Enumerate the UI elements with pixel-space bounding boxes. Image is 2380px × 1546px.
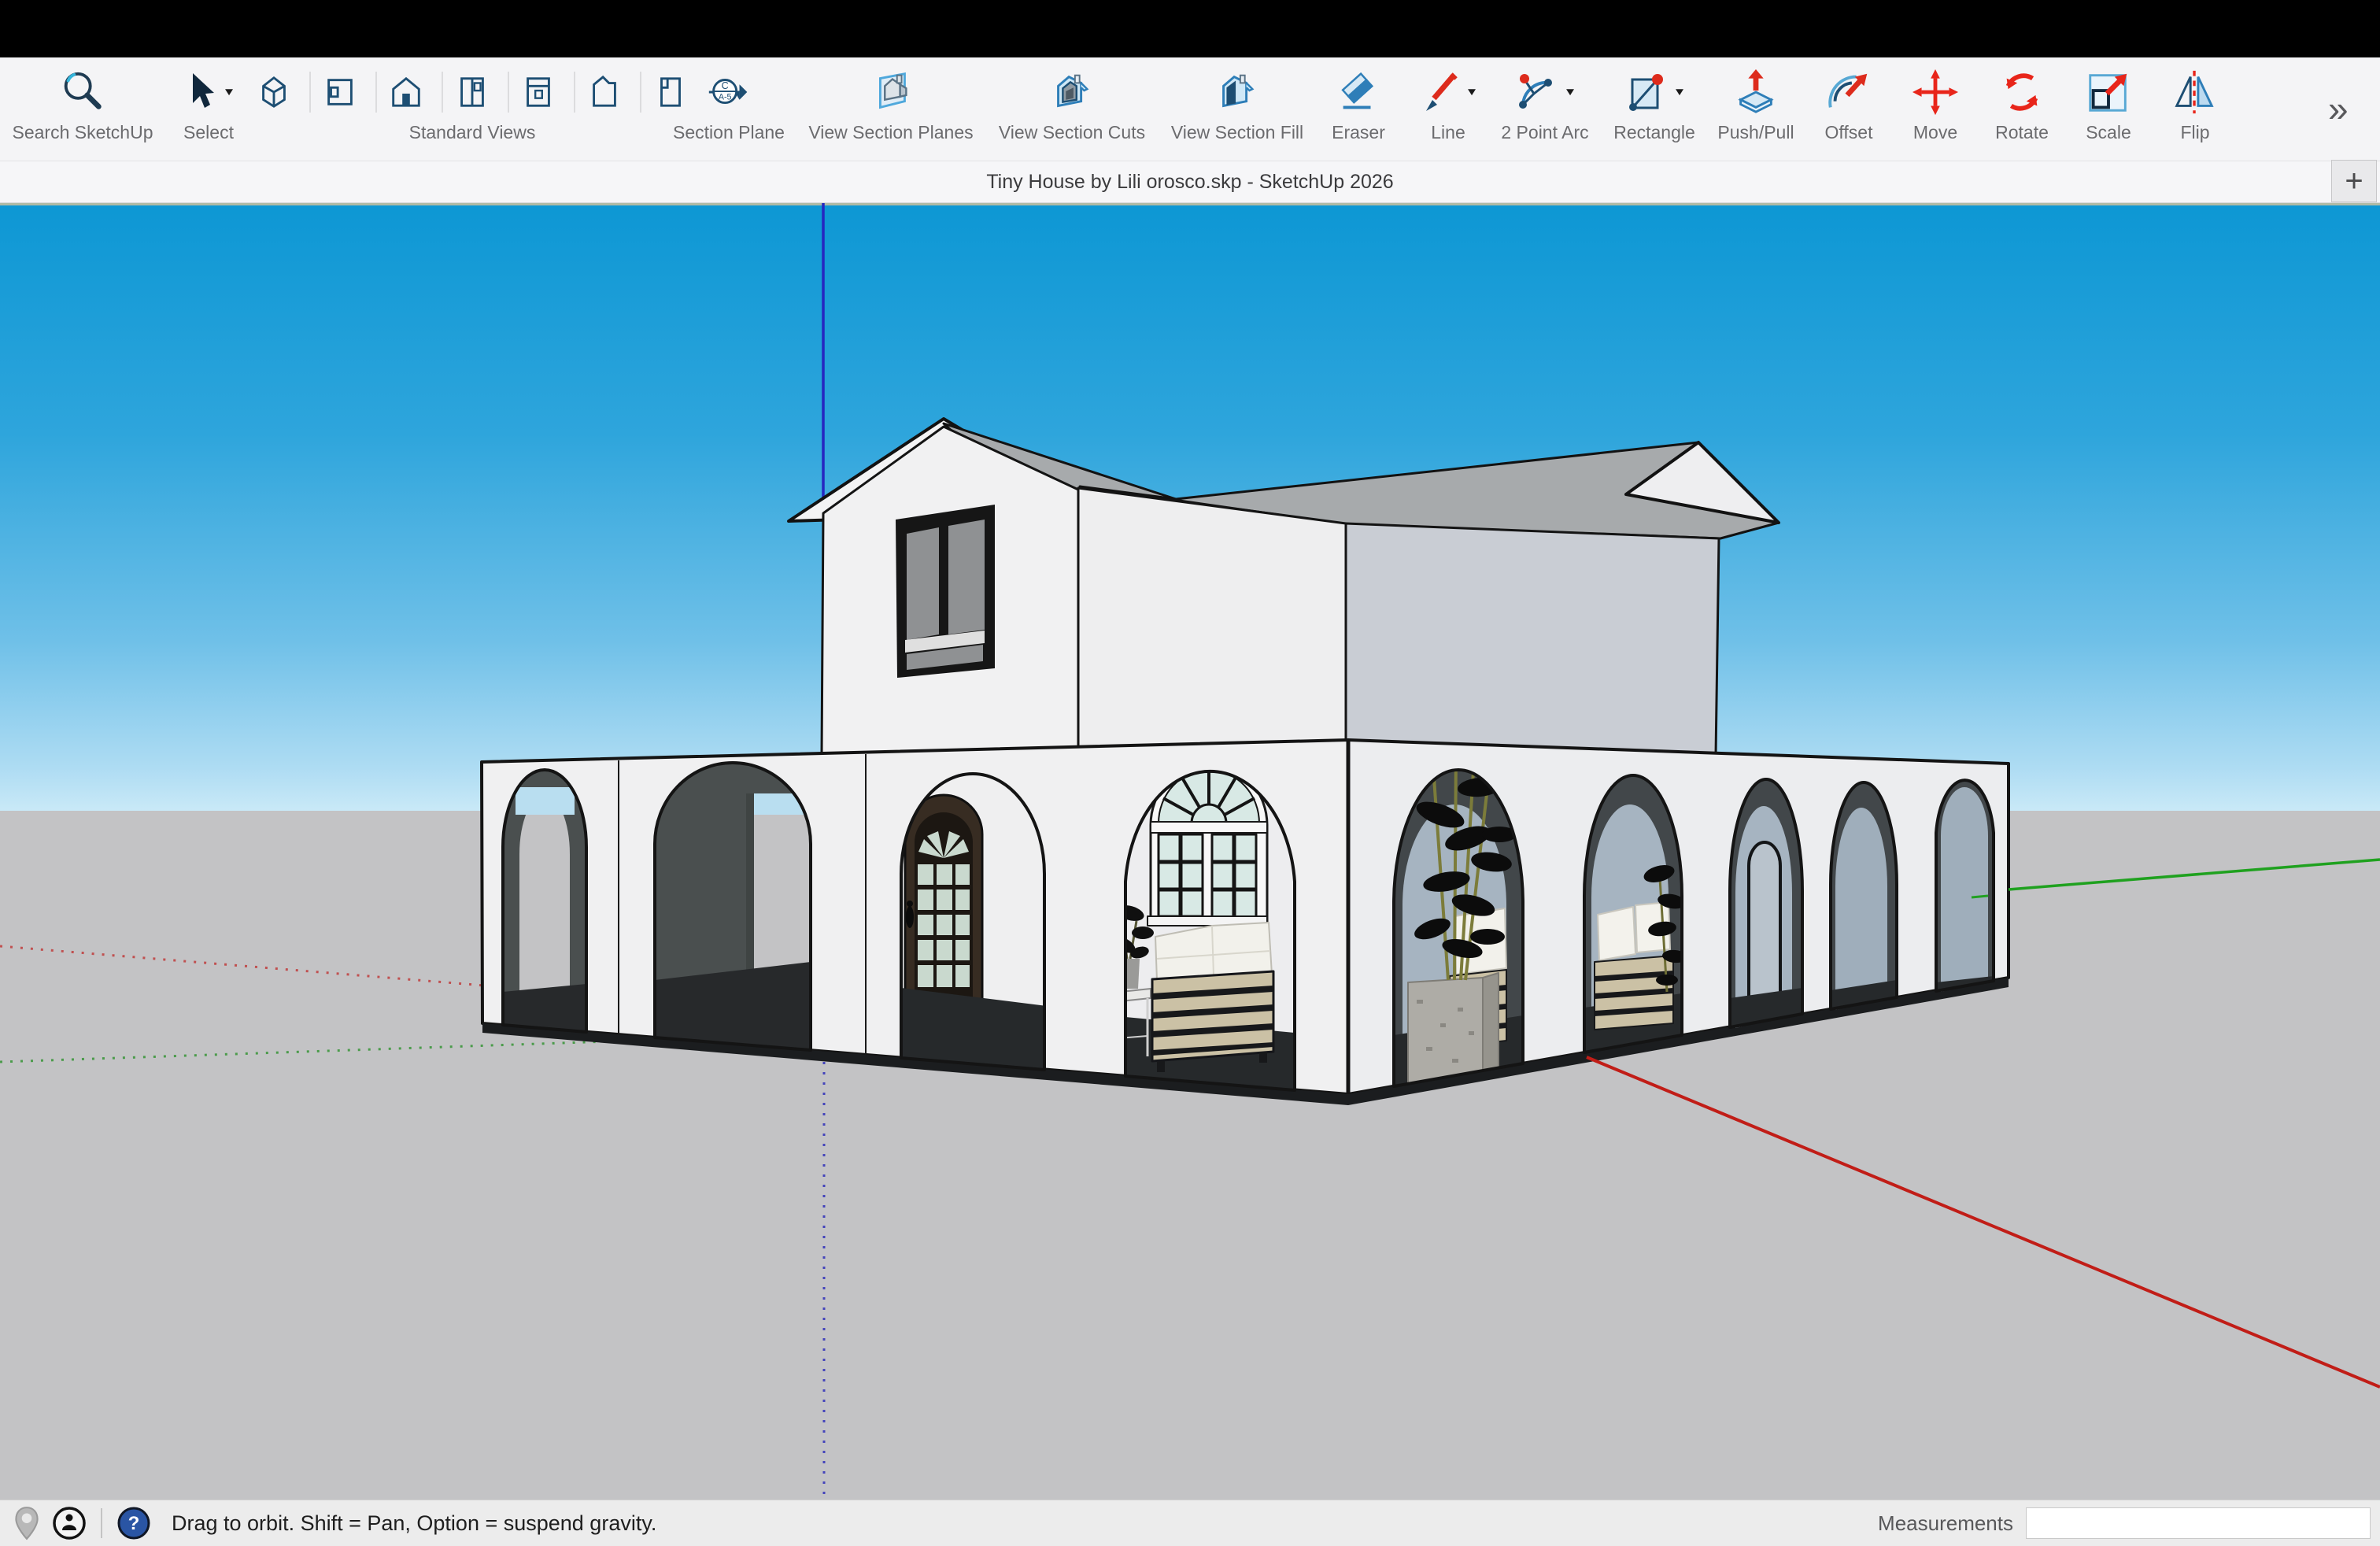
model-upper-window [896, 505, 995, 678]
push-pull-icon [1731, 68, 1780, 117]
view-section-fill-button[interactable]: View Section Fill [1155, 64, 1320, 143]
tool-label: Search SketchUp [13, 122, 153, 143]
eraser-button[interactable]: Eraser [1315, 64, 1402, 143]
dropdown-caret-icon[interactable]: ▼ [1673, 86, 1687, 98]
view-section-planes-button[interactable]: View Section Planes [796, 64, 985, 143]
left-view-icon [586, 72, 623, 113]
rotate-button[interactable]: Rotate [1983, 64, 2061, 143]
dropdown-caret-icon[interactable]: ▼ [223, 86, 236, 98]
view-top-button[interactable] [309, 72, 369, 113]
menu-bar [0, 0, 2380, 57]
rectangle-icon [1623, 70, 1667, 114]
measurements-input[interactable] [2026, 1507, 2371, 1539]
move-button[interactable]: Move [1896, 64, 1975, 143]
view-section-cuts-icon [1048, 68, 1096, 117]
search-sketchup-button[interactable]: Search SketchUp [8, 64, 157, 143]
view-section-cuts-button[interactable]: View Section Cuts [985, 64, 1159, 143]
view-right-button[interactable] [442, 72, 501, 113]
cursor-icon [182, 70, 216, 114]
tool-label: Standard Views [409, 122, 536, 143]
section-plane-button[interactable]: C A-5 Section Plane [662, 64, 796, 143]
scale-icon [2084, 68, 2133, 117]
push-pull-button[interactable]: Push/Pull [1705, 64, 1807, 143]
svg-text:C: C [722, 80, 729, 91]
tool-label: Move [1913, 122, 1957, 143]
svg-text:A-5: A-5 [719, 93, 732, 102]
scale-button[interactable]: Scale [2069, 64, 2148, 143]
tool-label: Eraser [1332, 122, 1385, 143]
tool-label: 2 Point Arc [1501, 122, 1588, 143]
flip-icon [2171, 68, 2219, 117]
status-separator [101, 1508, 102, 1538]
move-icon [1911, 68, 1960, 117]
svg-text:?: ? [128, 1513, 140, 1534]
model-scene [0, 203, 2380, 1500]
tool-label: Select [183, 122, 234, 143]
tool-label: View Section Fill [1171, 122, 1303, 143]
status-bar: ? Drag to orbit. Shift = Pan, Option = s… [0, 1500, 2380, 1546]
tool-label: Flip [2180, 122, 2209, 143]
document-title: Tiny House by Lili orosco.skp - SketchUp… [986, 171, 1393, 194]
tool-label: Offset [1825, 122, 1873, 143]
tool-label: Line [1431, 122, 1465, 143]
back-view-icon [520, 72, 556, 113]
right-view-icon [454, 72, 490, 113]
main-toolbar: Search SketchUp ▼ Select Standard Views … [0, 57, 2380, 161]
tool-label: Rotate [1995, 122, 2049, 143]
arc-icon [1513, 70, 1558, 114]
view-back-button[interactable] [508, 72, 567, 113]
tool-label: Rectangle [1613, 122, 1695, 143]
dropdown-caret-icon[interactable]: ▼ [1465, 86, 1479, 98]
title-bar: Tiny House by Lili orosco.skp - SketchUp… [0, 161, 2380, 203]
top-view-icon [322, 72, 358, 113]
view-section-planes-icon [867, 68, 915, 117]
rectangle-tool-button[interactable]: ▼ Rectangle [1599, 64, 1709, 143]
instructor-person-icon[interactable] [52, 1506, 87, 1540]
model-standing-mirror [1749, 842, 1780, 1014]
tool-label: View Section Cuts [999, 122, 1145, 143]
eraser-icon [1334, 68, 1383, 117]
geolocation-pin-icon[interactable] [13, 1505, 41, 1541]
view-iso-button[interactable] [245, 72, 303, 113]
toolbar-overflow-chevron[interactable]: » [2328, 87, 2344, 130]
iso-view-icon [256, 72, 292, 113]
standard-views-group: Standard Views [260, 64, 685, 143]
help-icon[interactable]: ? [116, 1506, 151, 1540]
rotate-icon [1998, 68, 2046, 117]
offset-icon [1824, 68, 1873, 117]
select-tool-button[interactable]: ▼ Select [165, 64, 252, 143]
tool-label: Push/Pull [1717, 122, 1794, 143]
tool-label: Scale [2086, 122, 2131, 143]
viewport-3d-canvas[interactable] [0, 203, 2380, 1500]
section-plane-icon: C A-5 [704, 68, 753, 117]
dropdown-caret-icon[interactable]: ▼ [1564, 86, 1577, 98]
two-point-arc-button[interactable]: ▼ 2 Point Arc [1486, 64, 1604, 143]
flip-button[interactable]: Flip [2156, 64, 2234, 143]
tool-label: Section Plane [673, 122, 785, 143]
pencil-icon [1418, 70, 1459, 114]
measurements-label: Measurements [1878, 1511, 2013, 1536]
view-section-fill-icon [1213, 68, 1262, 117]
view-front-button[interactable] [375, 72, 435, 113]
add-scene-tab-button[interactable]: + [2331, 160, 2377, 202]
tool-label: View Section Planes [808, 122, 973, 143]
search-icon [58, 68, 107, 117]
line-tool-button[interactable]: ▼ Line [1405, 64, 1491, 143]
view-left-button[interactable] [574, 72, 634, 113]
front-view-icon [388, 72, 424, 113]
status-hint-text: Drag to orbit. Shift = Pan, Option = sus… [172, 1511, 656, 1536]
offset-button[interactable]: Offset [1805, 64, 1892, 143]
